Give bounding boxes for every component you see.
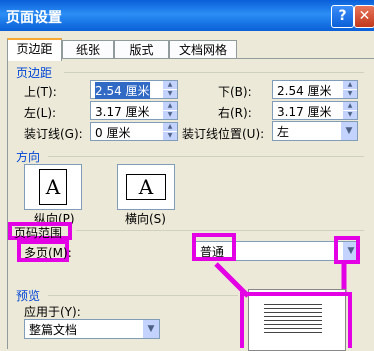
- spin-up-icon: ▲: [343, 81, 357, 89]
- spin-down-icon: ▼: [163, 111, 177, 119]
- portrait-button[interactable]: A: [24, 164, 82, 210]
- multiple-pages-value-highlight: [192, 233, 236, 261]
- pages-section-title: 页码范围: [14, 226, 63, 240]
- preview-highlight: [240, 292, 352, 348]
- landscape-label: 横向(S): [125, 212, 166, 226]
- bottom-margin-value: 2.54 厘米: [277, 84, 332, 98]
- left-margin-spinner[interactable]: ▲ ▼: [163, 102, 177, 119]
- multiple-pages-label: 多页(M):: [24, 246, 72, 260]
- right-margin-value: 3.17 厘米: [277, 105, 332, 119]
- gutter-position-select[interactable]: 左 ▼: [272, 121, 358, 141]
- spin-down-icon: ▼: [343, 90, 357, 98]
- preview-separator: [48, 295, 238, 296]
- spin-up-icon: ▲: [343, 102, 357, 110]
- pages-separator: [76, 230, 364, 231]
- orientation-separator: [48, 156, 364, 157]
- tab-margins[interactable]: 页边距: [7, 38, 62, 61]
- title-bar: 页面设置 ? ✕: [0, 0, 374, 31]
- portrait-page-icon: A: [39, 169, 67, 205]
- tab-doc-grid[interactable]: 文档网格: [169, 40, 237, 59]
- top-margin-label: 上(T):: [24, 85, 57, 99]
- left-margin-field[interactable]: 3.17 厘米 ▲ ▼: [90, 101, 178, 120]
- orientation-section-title: 方向: [16, 150, 41, 164]
- help-button[interactable]: ?: [331, 5, 354, 28]
- margins-section-title: 页边距: [16, 66, 53, 80]
- left-margin-label: 左(L):: [24, 106, 57, 120]
- bottom-margin-label: 下(B):: [218, 85, 252, 99]
- gutter-field[interactable]: 0 厘米 ▲ ▼: [90, 122, 178, 141]
- spin-down-icon: ▼: [343, 111, 357, 119]
- dropdown-arrow-highlight: [334, 236, 360, 264]
- apply-to-select[interactable]: 整篇文档 ▼: [24, 319, 160, 339]
- left-margin-value: 3.17 厘米: [95, 105, 150, 119]
- spin-up-icon: ▲: [163, 81, 177, 89]
- bottom-margin-field[interactable]: 2.54 厘米 ▲ ▼: [272, 80, 358, 99]
- right-margin-spinner[interactable]: ▲ ▼: [343, 102, 357, 119]
- gutter-position-value: 左: [277, 125, 290, 139]
- margins-separator: [64, 72, 364, 73]
- right-margin-label: 右(R):: [218, 106, 252, 120]
- gutter-value: 0 厘米: [95, 126, 131, 140]
- apply-to-label: 应用于(Y):: [24, 305, 81, 319]
- landscape-page-icon: A: [126, 174, 166, 200]
- tab-paper[interactable]: 纸张: [62, 40, 114, 59]
- gutter-label: 装订线(G):: [24, 127, 83, 141]
- close-button[interactable]: ✕: [354, 5, 374, 28]
- spin-down-icon: ▼: [163, 90, 177, 98]
- tab-layout[interactable]: 版式: [114, 40, 169, 59]
- spin-up-icon: ▲: [163, 123, 177, 131]
- apply-to-value: 整篇文档: [29, 323, 78, 337]
- bottom-margin-spinner[interactable]: ▲ ▼: [343, 81, 357, 98]
- chevron-down-icon[interactable]: ▼: [341, 122, 357, 140]
- landscape-button[interactable]: A: [117, 164, 175, 210]
- gutter-position-label: 装订线位置(U):: [182, 127, 265, 141]
- help-icon: ?: [338, 8, 347, 24]
- top-margin-value: 2.54 厘米: [95, 82, 150, 99]
- spin-down-icon: ▼: [163, 132, 177, 140]
- right-margin-field[interactable]: 3.17 厘米 ▲ ▼: [272, 101, 358, 120]
- close-icon: ✕: [358, 8, 371, 24]
- top-margin-field[interactable]: 2.54 厘米 ▲ ▼: [90, 80, 178, 99]
- window-title: 页面设置: [6, 10, 62, 26]
- gutter-spinner[interactable]: ▲ ▼: [163, 123, 177, 140]
- spin-up-icon: ▲: [163, 102, 177, 110]
- top-margin-spinner[interactable]: ▲ ▼: [163, 81, 177, 98]
- chevron-down-icon[interactable]: ▼: [143, 320, 159, 338]
- preview-section-title: 预览: [16, 289, 41, 303]
